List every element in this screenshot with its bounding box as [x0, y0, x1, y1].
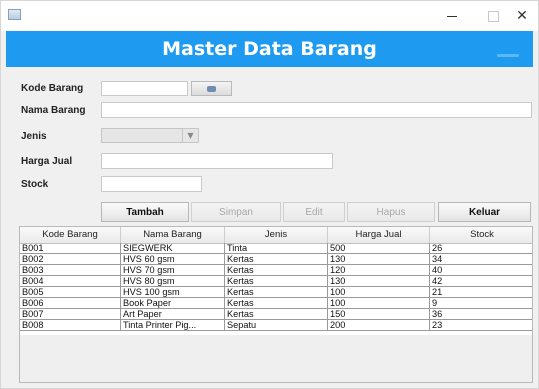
table-empty-area	[20, 335, 532, 382]
table-row[interactable]: B006 Book Paper Kertas 100 9	[20, 298, 532, 309]
banner-decoration	[497, 54, 519, 57]
cell-jenis: Kertas	[225, 298, 328, 309]
jenis-label: Jenis	[21, 131, 47, 142]
hapus-button[interactable]: Hapus	[347, 202, 435, 222]
cell-nama: SIEGWERK	[121, 243, 225, 254]
table-row[interactable]: B003 HVS 70 gsm Kertas 120 40	[20, 265, 532, 276]
cell-stock: 26	[430, 243, 532, 254]
kode-barang-label: Kode Barang	[21, 83, 84, 94]
nama-barang-label: Nama Barang	[21, 105, 86, 116]
stock-label: Stock	[21, 179, 49, 190]
table-row[interactable]: B008 Tinta Printer Pig... Sepatu 200 23	[20, 320, 532, 331]
chevron-down-icon[interactable]: ▼	[182, 129, 198, 142]
column-header-kode[interactable]: Kode Barang	[20, 227, 121, 243]
jenis-select[interactable]: ▼	[101, 128, 199, 143]
cell-nama: HVS 100 gsm	[121, 287, 225, 298]
tambah-button[interactable]: Tambah	[101, 202, 189, 222]
cell-nama: Tinta Printer Pig...	[121, 320, 225, 331]
cell-stock: 36	[430, 309, 532, 320]
table-row[interactable]: B007 Art Paper Kertas 150 36	[20, 309, 532, 320]
cell-jenis: Kertas	[225, 265, 328, 276]
cell-harga: 120	[328, 265, 430, 276]
table-row[interactable]: B004 HVS 80 gsm Kertas 130 42	[20, 276, 532, 287]
page-title: Master Data Barang	[162, 38, 377, 60]
cell-stock: 21	[430, 287, 532, 298]
table-row[interactable]: B002 HVS 60 gsm Kertas 130 34	[20, 254, 532, 265]
cell-stock: 23	[430, 320, 532, 331]
maximize-icon	[487, 10, 499, 22]
column-header-jenis[interactable]: Jenis	[225, 227, 328, 243]
stock-field[interactable]	[101, 176, 202, 192]
table-header: Kode Barang Nama Barang Jenis Harga Jual…	[20, 227, 532, 244]
cell-nama: HVS 70 gsm	[121, 265, 225, 276]
cell-stock: 34	[430, 254, 532, 265]
close-button[interactable]: ✕	[504, 1, 539, 31]
cell-harga: 200	[328, 320, 430, 331]
cell-jenis: Tinta	[225, 243, 328, 254]
edit-button[interactable]: Edit	[283, 202, 345, 222]
java-app-icon	[8, 9, 21, 20]
cell-kode: B008	[20, 320, 121, 331]
cell-jenis: Sepatu	[225, 320, 328, 331]
header-banner: Master Data Barang	[6, 31, 533, 67]
cell-harga: 100	[328, 298, 430, 309]
cell-kode: B001	[20, 243, 121, 254]
close-icon: ✕	[516, 8, 528, 24]
table-row[interactable]: B005 HVS 100 gsm Kertas 100 21	[20, 287, 532, 298]
cell-kode: B005	[20, 287, 121, 298]
cell-stock: 42	[430, 276, 532, 287]
cell-jenis: Kertas	[225, 276, 328, 287]
harga-jual-label: Harga Jual	[21, 156, 73, 167]
cell-kode: B004	[20, 276, 121, 287]
table-row[interactable]: B001 SIEGWERK Tinta 500 26	[20, 243, 532, 254]
cell-harga: 130	[328, 254, 430, 265]
cell-kode: B007	[20, 309, 121, 320]
app-window: ✕ Master Data Barang Kode Barang Nama Ba…	[0, 0, 539, 389]
cell-kode: B002	[20, 254, 121, 265]
harga-jual-field[interactable]	[101, 153, 333, 169]
kode-barang-field[interactable]	[101, 81, 188, 96]
cell-harga: 500	[328, 243, 430, 254]
cell-jenis: Kertas	[225, 309, 328, 320]
search-button[interactable]	[191, 81, 232, 96]
title-bar: ✕	[1, 1, 538, 31]
cell-stock: 40	[430, 265, 532, 276]
minimize-button[interactable]	[434, 1, 470, 31]
cell-nama: Art Paper	[121, 309, 225, 320]
cell-kode: B006	[20, 298, 121, 309]
search-icon	[207, 85, 216, 92]
cell-jenis: Kertas	[225, 254, 328, 265]
data-table[interactable]: Kode Barang Nama Barang Jenis Harga Jual…	[19, 226, 533, 383]
cell-harga: 150	[328, 309, 430, 320]
nama-barang-field[interactable]	[101, 102, 532, 118]
cell-stock: 9	[430, 298, 532, 309]
column-header-harga[interactable]: Harga Jual	[328, 227, 430, 243]
cell-nama: HVS 60 gsm	[121, 254, 225, 265]
cell-harga: 100	[328, 287, 430, 298]
cell-harga: 130	[328, 276, 430, 287]
column-header-nama[interactable]: Nama Barang	[121, 227, 225, 243]
cell-jenis: Kertas	[225, 287, 328, 298]
simpan-button[interactable]: Simpan	[191, 202, 281, 222]
cell-nama: Book Paper	[121, 298, 225, 309]
keluar-button[interactable]: Keluar	[438, 202, 531, 222]
minimize-icon	[447, 15, 457, 17]
cell-nama: HVS 80 gsm	[121, 276, 225, 287]
column-header-stock[interactable]: Stock	[430, 227, 532, 243]
cell-kode: B003	[20, 265, 121, 276]
